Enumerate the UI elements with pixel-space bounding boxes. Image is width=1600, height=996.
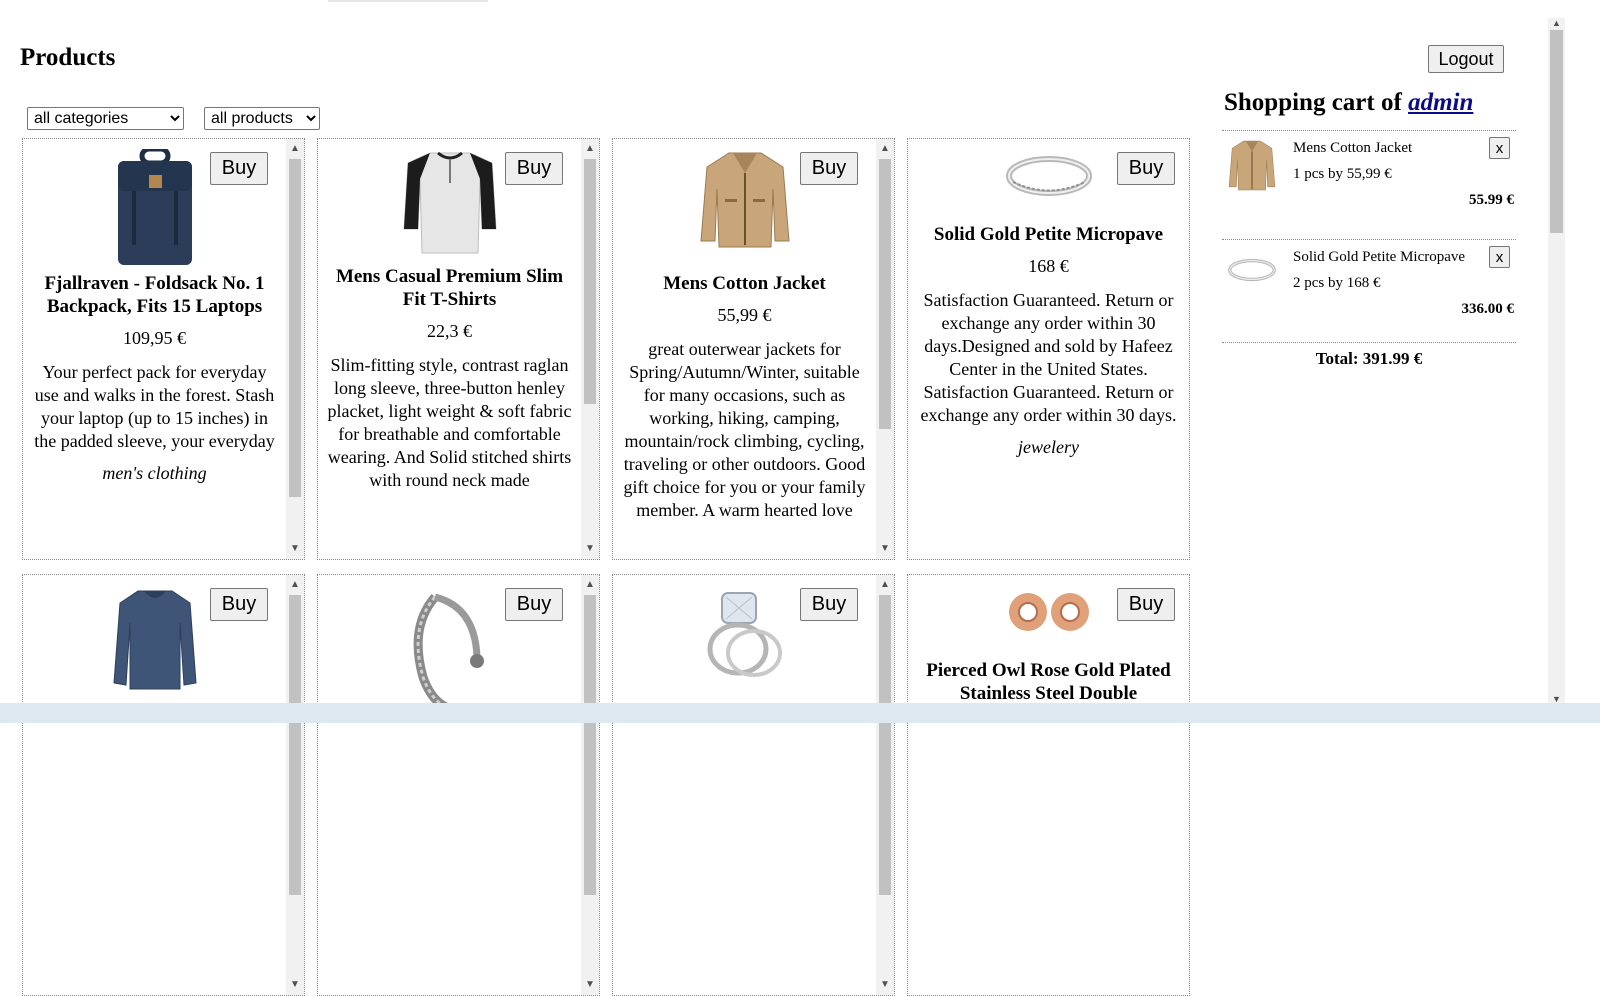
scroll-up-icon[interactable]: ▲: [286, 141, 304, 157]
buy-button[interactable]: Buy: [800, 152, 858, 185]
scroll-thumb[interactable]: [584, 159, 596, 404]
cart-total: Total: 391.99 €: [1222, 342, 1516, 369]
product-price: 109,95 €: [123, 328, 186, 348]
product-card-content: Mens Cotton Jacket 55,99 € great outerwe…: [613, 139, 876, 559]
product-card: Buy Solid Gold Petite Micropave 168 € Sa…: [907, 138, 1190, 560]
scroll-thumb[interactable]: [289, 595, 301, 895]
scroll-thumb[interactable]: [879, 159, 891, 429]
product-card-content: Pierced Owl Rose Gold Plated Stainless S…: [908, 575, 1189, 995]
product-card: Buy Pierced Owl Rose Gold Plated Stainle…: [907, 574, 1190, 996]
product-name: Mens Casual Premium Slim Fit T-Shirts: [335, 266, 564, 310]
product-card: Buy ▲ ▼: [22, 574, 305, 996]
page-scroll-thumb[interactable]: [1550, 30, 1563, 233]
cart-item: Mens Cotton Jacket 1 pcs by 55,99 € 55.9…: [1222, 130, 1516, 233]
buy-button[interactable]: Buy: [210, 152, 268, 185]
scroll-thumb[interactable]: [584, 595, 596, 895]
product-card: Buy Mens Casual Premium Slim Fit T-Shirt…: [317, 138, 600, 560]
buy-button[interactable]: Buy: [505, 588, 563, 621]
product-grid: Buy Fjallraven - Foldsack No. 1 Backpack…: [22, 138, 1190, 996]
scroll-down-icon[interactable]: ▼: [581, 977, 599, 993]
product-description: great outerwear jackets for Spring/Autum…: [623, 339, 866, 520]
scroll-down-icon[interactable]: ▼: [876, 977, 894, 993]
remove-item-button[interactable]: x: [1489, 246, 1510, 268]
product-card-content: Fjallraven - Foldsack No. 1 Backpack, Fi…: [23, 139, 286, 559]
product-price: 55,99 €: [717, 305, 772, 325]
product-name: Fjallraven - Foldsack No. 1 Backpack, Fi…: [44, 273, 265, 317]
scroll-up-icon[interactable]: ▲: [1548, 18, 1565, 28]
cart-item-subtotal: 336.00 €: [1461, 301, 1515, 317]
products-select[interactable]: all products: [204, 107, 320, 130]
scroll-up-icon[interactable]: ▲: [286, 577, 304, 593]
product-card: Buy Fjallraven - Foldsack No. 1 Backpack…: [22, 138, 305, 560]
scroll-up-icon[interactable]: ▲: [581, 577, 599, 593]
category-select[interactable]: all categories: [27, 107, 184, 130]
scroll-up-icon[interactable]: ▲: [876, 141, 894, 157]
logout-button[interactable]: Logout: [1428, 45, 1504, 73]
cart-item-quantity: 2 pcs by 168 €: [1293, 275, 1381, 291]
scroll-thumb[interactable]: [289, 159, 301, 497]
card-scrollbar[interactable]: ▲ ▼: [286, 575, 304, 995]
scroll-down-icon[interactable]: ▼: [876, 541, 894, 557]
scroll-down-icon[interactable]: ▼: [286, 977, 304, 993]
product-card-content: [613, 575, 876, 995]
filter-bar: all categories all products: [27, 107, 320, 130]
product-card: Buy ▲ ▼: [612, 574, 895, 996]
scroll-up-icon[interactable]: ▲: [581, 141, 599, 157]
scroll-down-icon[interactable]: ▼: [581, 541, 599, 557]
cart-title: Shopping cart of admin: [1224, 89, 1473, 117]
product-description: Your perfect pack for everyday use and w…: [34, 362, 275, 451]
page-title: Products: [20, 44, 116, 71]
cart-item-subtotal: 55.99 €: [1469, 192, 1514, 208]
product-category: jewelery: [1018, 437, 1079, 457]
product-description: Slim-fitting style, contrast raglan long…: [327, 355, 572, 490]
shopping-cart: Mens Cotton Jacket 1 pcs by 55,99 € 55.9…: [1222, 130, 1516, 369]
cart-user-link[interactable]: admin: [1408, 89, 1473, 116]
card-scrollbar[interactable]: ▲ ▼: [876, 575, 894, 995]
card-scrollbar[interactable]: ▲ ▼: [581, 575, 599, 995]
card-scrollbar[interactable]: ▲ ▼: [286, 139, 304, 559]
top-strip: [328, 0, 488, 2]
product-name: Pierced Owl Rose Gold Plated Stainless S…: [926, 660, 1171, 704]
bottom-bar: [0, 703, 1600, 723]
product-category: men's clothing: [102, 463, 207, 483]
product-card-content: [318, 575, 581, 995]
card-scrollbar[interactable]: ▲ ▼: [581, 139, 599, 559]
product-card-content: Solid Gold Petite Micropave 168 € Satisf…: [908, 139, 1189, 559]
product-card: Buy Mens Cotton Jacket 55,99 € great out…: [612, 138, 895, 560]
cart-item: Solid Gold Petite Micropave 2 pcs by 168…: [1222, 239, 1516, 342]
cart-item-name: Mens Cotton Jacket: [1293, 140, 1413, 156]
product-card-content: [23, 575, 286, 995]
product-price: 22,3 €: [427, 321, 472, 341]
ring-image: [1227, 246, 1277, 302]
card-scrollbar[interactable]: ▲ ▼: [876, 139, 894, 559]
product-price: 168 €: [1028, 256, 1069, 276]
product-description: Satisfaction Guaranteed. Return or excha…: [920, 290, 1177, 425]
jacket-image: [1227, 137, 1277, 193]
buy-button[interactable]: Buy: [505, 152, 563, 185]
buy-button[interactable]: Buy: [1117, 152, 1175, 185]
product-name: Solid Gold Petite Micropave: [933, 224, 1164, 245]
cart-item-quantity: 1 pcs by 55,99 €: [1293, 166, 1392, 182]
scroll-up-icon[interactable]: ▲: [876, 577, 894, 593]
buy-button[interactable]: Buy: [210, 588, 268, 621]
cart-item-name: Solid Gold Petite Micropave: [1293, 249, 1466, 265]
scroll-thumb[interactable]: [879, 595, 891, 895]
cart-title-text: Shopping cart of: [1224, 89, 1402, 116]
product-name: Mens Cotton Jacket: [663, 273, 826, 294]
buy-button[interactable]: Buy: [800, 588, 858, 621]
product-card: Buy ▲ ▼: [317, 574, 600, 996]
remove-item-button[interactable]: x: [1489, 137, 1510, 159]
product-card-content: Mens Casual Premium Slim Fit T-Shirts 22…: [318, 139, 581, 559]
scroll-down-icon[interactable]: ▼: [286, 541, 304, 557]
page-scrollbar[interactable]: ▲ ▼: [1548, 18, 1565, 704]
buy-button[interactable]: Buy: [1117, 588, 1175, 621]
